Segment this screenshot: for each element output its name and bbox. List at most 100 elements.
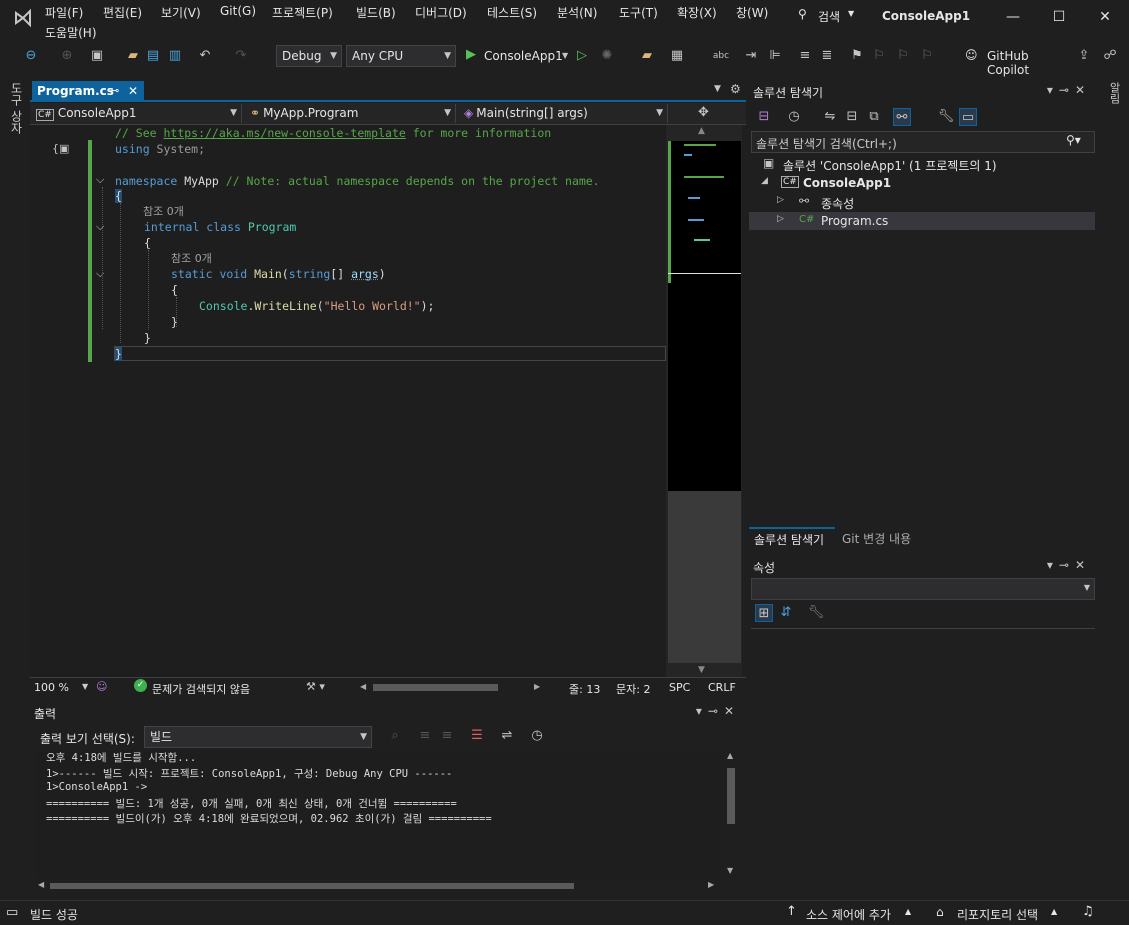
copilot-status-icon[interactable]: ☺ (96, 680, 107, 693)
output-vertical-scrollbar[interactable]: ▲ ▼ (724, 750, 738, 878)
issues-status[interactable]: 문제가 검색되지 않음 (152, 681, 250, 697)
save-icon[interactable]: ▤ (144, 47, 162, 65)
scroll-up-icon[interactable]: ▲ (698, 126, 705, 136)
add-to-source-control-button[interactable]: 소스 제어에 추가 (806, 906, 891, 923)
close-tab-icon[interactable]: ✕ (128, 81, 138, 101)
collapse-arrow-icon[interactable]: ▷ (777, 195, 784, 205)
fold-namespace-icon[interactable]: ⌵ (96, 173, 106, 187)
project-nav-select[interactable]: C# ConsoleApp1 ▼ (32, 104, 242, 123)
scroll-down-icon[interactable]: ▼ (698, 665, 705, 675)
toolbox-tab[interactable]: 도구 상자 (8, 82, 25, 134)
feedback-icon[interactable]: ☍ (1101, 47, 1119, 65)
references-count[interactable]: 참조 0개 (143, 205, 184, 218)
horizontal-scrollbar[interactable] (373, 684, 498, 691)
member-nav-select[interactable]: ◈ Main(string[] args) ▼ (460, 104, 668, 123)
line-number[interactable]: 줄: 13 (569, 681, 600, 697)
clock-icon[interactable]: ◷ (528, 727, 546, 745)
tab-list-dropdown-icon[interactable]: ▼ (714, 84, 721, 94)
codelens-references[interactable]: 참조 0개 (171, 250, 212, 266)
share-icon[interactable]: ⇪ (1075, 47, 1093, 65)
bookmark-icon[interactable]: ⚑ (848, 47, 866, 65)
menu-window[interactable]: 창(W) (736, 4, 768, 21)
uncomment-icon[interactable]: ≣ (818, 47, 836, 65)
save-all-icon[interactable]: ▥ (166, 47, 184, 65)
menu-test[interactable]: 테스트(S) (487, 4, 537, 21)
char-number[interactable]: 문자: 2 (616, 681, 650, 697)
word-wrap-icon[interactable]: ⇌ (498, 727, 516, 745)
show-all-files-icon[interactable]: ⧉ (865, 108, 883, 126)
alphabetical-icon[interactable]: ⇵ (777, 604, 795, 622)
align-icon[interactable]: ⊫ (766, 47, 784, 65)
fold-class-icon[interactable]: ⌵ (96, 220, 106, 234)
fold-method-icon[interactable]: ⌵ (96, 267, 106, 281)
clear-all-icon[interactable]: ☰ (468, 727, 486, 745)
output-source-select[interactable]: 빌드 ▼ (144, 726, 372, 748)
next-message-icon[interactable]: ≡ (438, 727, 456, 745)
code-link[interactable]: https://aka.ms/new-console-template (163, 126, 405, 140)
panel-controls[interactable]: ▾⊸✕ (1047, 83, 1091, 97)
breakpoint-step-icon[interactable]: ⇥ (742, 47, 760, 65)
open-folder-icon[interactable]: ▰ (124, 47, 142, 65)
collapse-arrow-icon[interactable]: ▷ (777, 214, 784, 224)
start-without-debugging-icon[interactable]: ▷ (573, 47, 591, 65)
spell-check-icon[interactable]: abc (712, 47, 730, 65)
preview-icon[interactable]: ▭ (959, 108, 977, 126)
hot-reload-icon[interactable]: ✺ (598, 47, 616, 65)
new-project-icon[interactable]: ▣ (88, 47, 106, 65)
whitespace-mode[interactable]: SPC (669, 681, 690, 694)
solution-explorer-toolbar-icon[interactable]: ▰ (638, 47, 656, 65)
tree-node-solution[interactable]: ▣ 솔루션 'ConsoleApp1' (1 프로젝트의 1) (749, 155, 1095, 173)
switch-views-icon[interactable]: ⊟ (755, 108, 773, 126)
select-repository-button[interactable]: 리포지토리 선택 (957, 906, 1038, 923)
properties-wrench-icon[interactable]: 🔧︎ (937, 108, 955, 126)
prev-message-icon[interactable]: ≡ (416, 727, 434, 745)
collapse-all-icon[interactable]: ⊟ (843, 108, 861, 126)
maximize-button[interactable]: ☐ (1048, 6, 1070, 28)
scroll-down-icon[interactable]: ▼ (727, 866, 733, 875)
minimap-scrollbar[interactable]: ▲ ▼ (666, 125, 742, 677)
bookmark-clear-icon[interactable]: ⚐ (918, 47, 936, 65)
references-count[interactable]: 참조 0개 (171, 252, 212, 265)
sync-icon[interactable]: ⇋ (821, 108, 839, 126)
code-cleanup-icon[interactable]: ⚒ ▾ (306, 680, 325, 693)
property-pages-icon[interactable]: 🔧︎ (807, 604, 825, 622)
scroll-track[interactable] (668, 491, 741, 663)
output-text-area[interactable]: 오후 4:18에 빌드를 시작함... 1>------ 빌드 시작: 프로젝트… (36, 750, 720, 878)
output-horizontal-scrollbar[interactable]: ◀ ▶ (36, 880, 720, 892)
search-box[interactable]: ⚲ 검색 ▼ (792, 6, 862, 26)
categorized-icon[interactable]: ⊞ (755, 604, 773, 622)
solution-search-box[interactable]: 솔루션 탐색기 검색(Ctrl+;) ⚲▾ (751, 131, 1095, 153)
scroll-left-icon[interactable]: ◀ (360, 682, 366, 691)
redo-icon[interactable]: ↷ (232, 47, 250, 65)
panel-controls[interactable]: ▾⊸✕ (1047, 558, 1091, 572)
class-nav-select[interactable]: ⚭ MyApp.Program ▼ (246, 104, 456, 123)
panel-controls[interactable]: ▾⊸✕ (696, 704, 740, 718)
tree-node-program-cs[interactable]: ▷ C# Program.cs (749, 212, 1095, 230)
object-select[interactable]: ▼ (751, 578, 1095, 600)
pending-changes-icon[interactable]: ◷ (785, 108, 803, 126)
tab-git-changes[interactable]: Git 변경 내용 (837, 527, 927, 547)
menu-tools[interactable]: 도구(T) (619, 4, 658, 21)
filter-icon[interactable]: ⚯ (893, 108, 911, 126)
line-ending[interactable]: CRLF (708, 681, 736, 694)
start-debugging-button[interactable]: ▶ ConsoleApp1 ▼ (464, 47, 570, 67)
bell-icon[interactable]: ♫ (1082, 904, 1094, 919)
tab-solution-explorer[interactable]: 솔루션 탐색기 (749, 527, 835, 547)
navigate-back-icon[interactable]: ⊖ (22, 47, 40, 65)
scroll-thumb[interactable] (727, 768, 735, 824)
tree-node-project[interactable]: ◢ C# ConsoleApp1 (749, 174, 1095, 192)
navigate-forward-icon[interactable]: ⊕ (58, 47, 76, 65)
scroll-up-icon[interactable]: ▲ (727, 751, 733, 760)
chevron-down-icon[interactable]: ▼ (82, 682, 88, 691)
menu-git[interactable]: Git(G) (220, 4, 256, 18)
close-window-button[interactable]: ✕ (1094, 6, 1116, 28)
scroll-left-icon[interactable]: ◀ (38, 880, 44, 889)
minimize-button[interactable]: — (1002, 6, 1024, 28)
menu-analyze[interactable]: 분석(N) (557, 4, 597, 21)
menu-extensions[interactable]: 확장(X) (677, 4, 717, 21)
menu-build[interactable]: 빌드(B) (356, 4, 396, 21)
scroll-thumb[interactable] (50, 883, 574, 889)
undo-icon[interactable]: ↶ (196, 47, 214, 65)
platform-select[interactable]: Any CPU ▼ (346, 45, 456, 67)
bookmark-prev-icon[interactable]: ⚐ (870, 47, 888, 65)
